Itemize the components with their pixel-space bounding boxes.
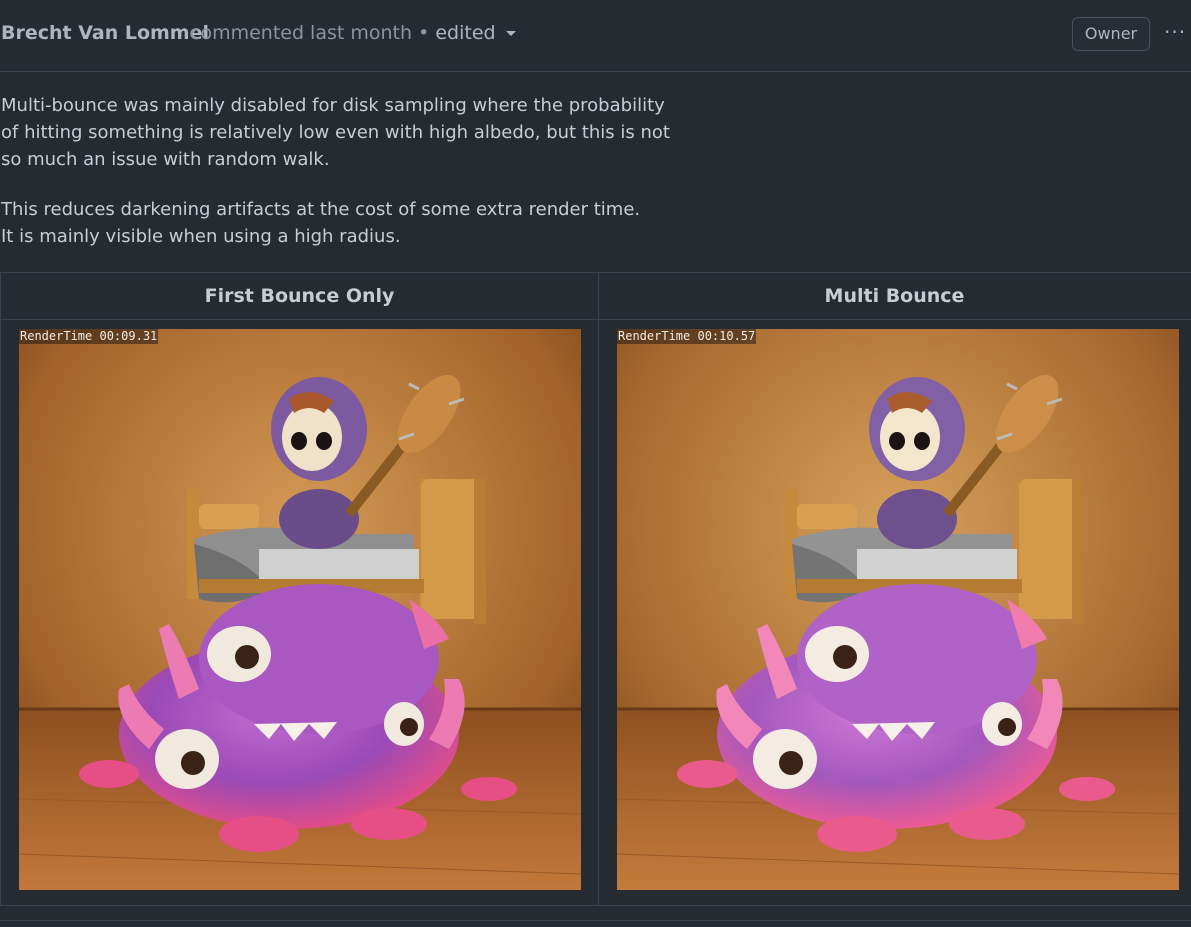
comparison-column-multi-bounce: Multi Bounce RenderTime 00:10.57 [598, 273, 1191, 905]
column-header: First Bounce Only [1, 273, 598, 320]
render-time-label: RenderTime 00:10.57 [617, 329, 757, 344]
column-header: Multi Bounce [598, 273, 1191, 320]
comparison-column-first-bounce: First Bounce Only RenderTime 00:09.31 [0, 273, 599, 905]
comparison-table: First Bounce Only RenderTime 00:09.31 Mu… [0, 272, 1191, 906]
render-image: RenderTime 00:10.57 [617, 329, 1179, 890]
edited-dropdown[interactable]: edited [435, 22, 516, 44]
monster-under-bed-render [617, 329, 1179, 890]
meta-separator: • [418, 22, 430, 44]
more-horizontal-icon[interactable]: ··· [1164, 20, 1186, 44]
comment-meta: commented last month • edited [190, 22, 516, 44]
divider [0, 920, 1191, 921]
edited-label: edited [435, 22, 496, 44]
monster-under-bed-render [19, 329, 581, 890]
render-time-label: RenderTime 00:09.31 [19, 329, 159, 344]
comment-paragraph-2: This reduces darkening artifacts at the … [1, 199, 641, 247]
render-image: RenderTime 00:09.31 [19, 329, 581, 890]
owner-badge: Owner [1072, 17, 1150, 51]
comment-header: Brecht Van Lommel commented last month •… [0, 0, 1191, 72]
comment-action: commented last month [190, 22, 413, 44]
comment-author[interactable]: Brecht Van Lommel [1, 22, 209, 44]
chevron-down-icon [505, 31, 516, 36]
comment-paragraph-1: Multi-bounce was mainly disabled for dis… [1, 95, 670, 170]
